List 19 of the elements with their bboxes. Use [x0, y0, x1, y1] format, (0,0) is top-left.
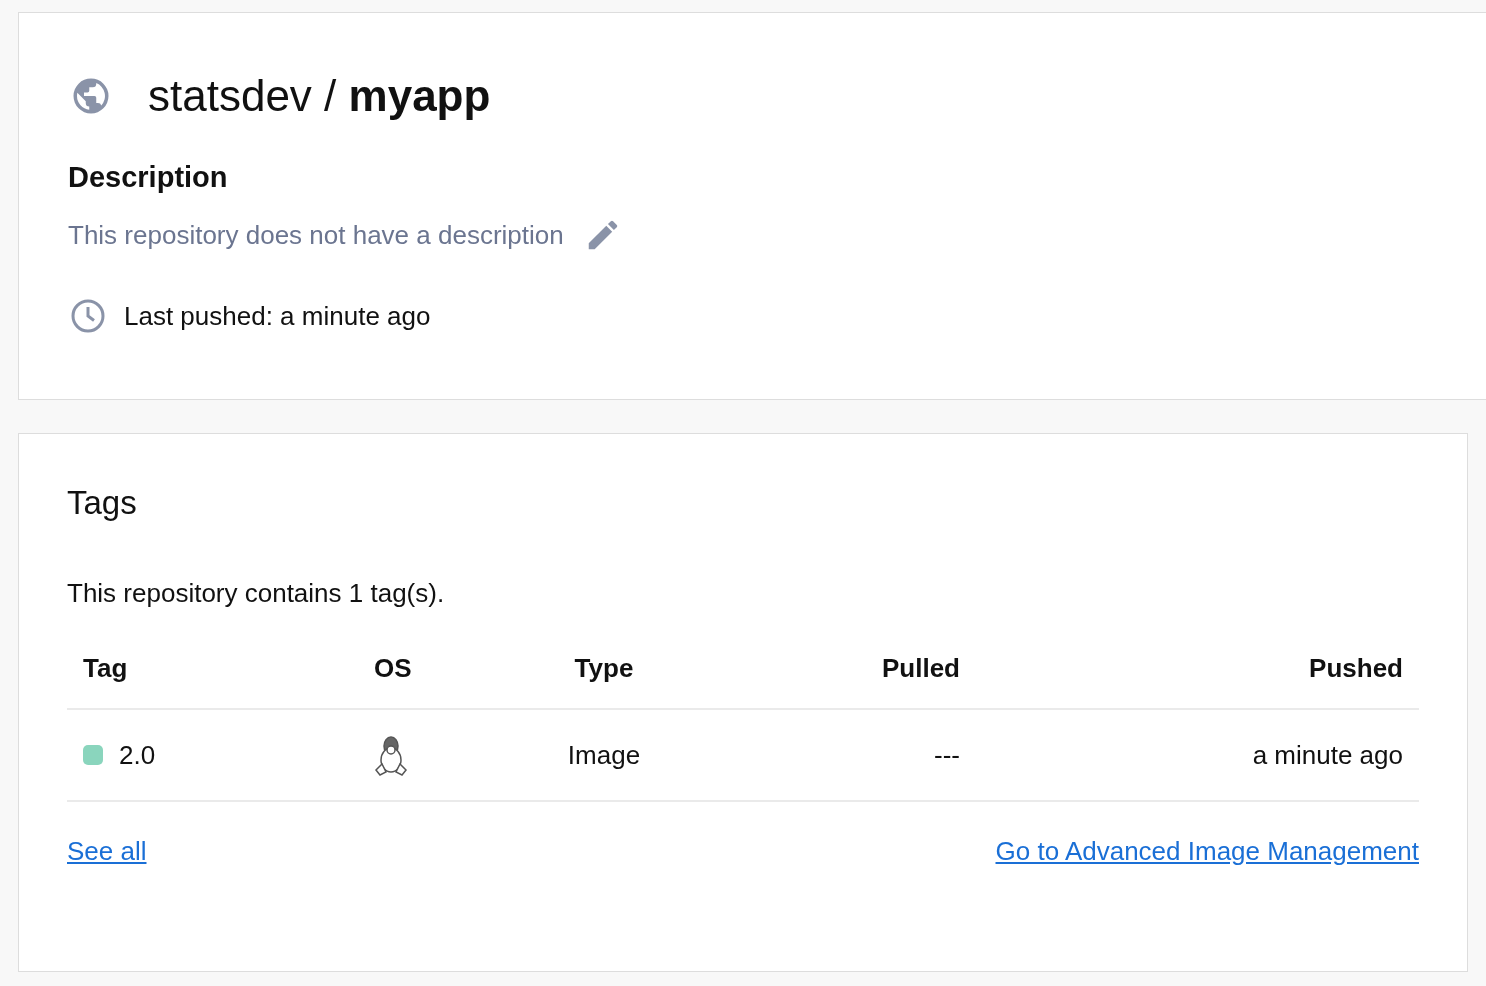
repository-title: statsdev / myapp — [148, 71, 491, 121]
table-cell: a minute ago — [976, 708, 1419, 802]
last-pushed-text: Last pushed: a minute ago — [124, 300, 431, 332]
column-header: Pulled — [881, 652, 961, 685]
tags-summary: This repository contains 1 tag(s). — [67, 578, 446, 609]
column-header: Pushed — [1308, 652, 1404, 685]
tags-heading: Tags — [67, 484, 138, 522]
table-cell: Image — [520, 708, 688, 802]
description-heading: Description — [68, 161, 229, 194]
column-header: OS — [373, 652, 413, 685]
link[interactable]: See all — [67, 836, 147, 867]
tag-name: 2.0 — [119, 739, 156, 771]
penguin-icon — [374, 734, 408, 776]
column-header: Type — [573, 652, 635, 685]
table-cell: --- — [688, 708, 976, 802]
description-text: This repository does not have a description — [68, 219, 564, 251]
link[interactable]: Go to Advanced Image Management — [995, 836, 1419, 867]
column-header: Tag — [82, 652, 129, 685]
clock-icon — [70, 298, 106, 334]
